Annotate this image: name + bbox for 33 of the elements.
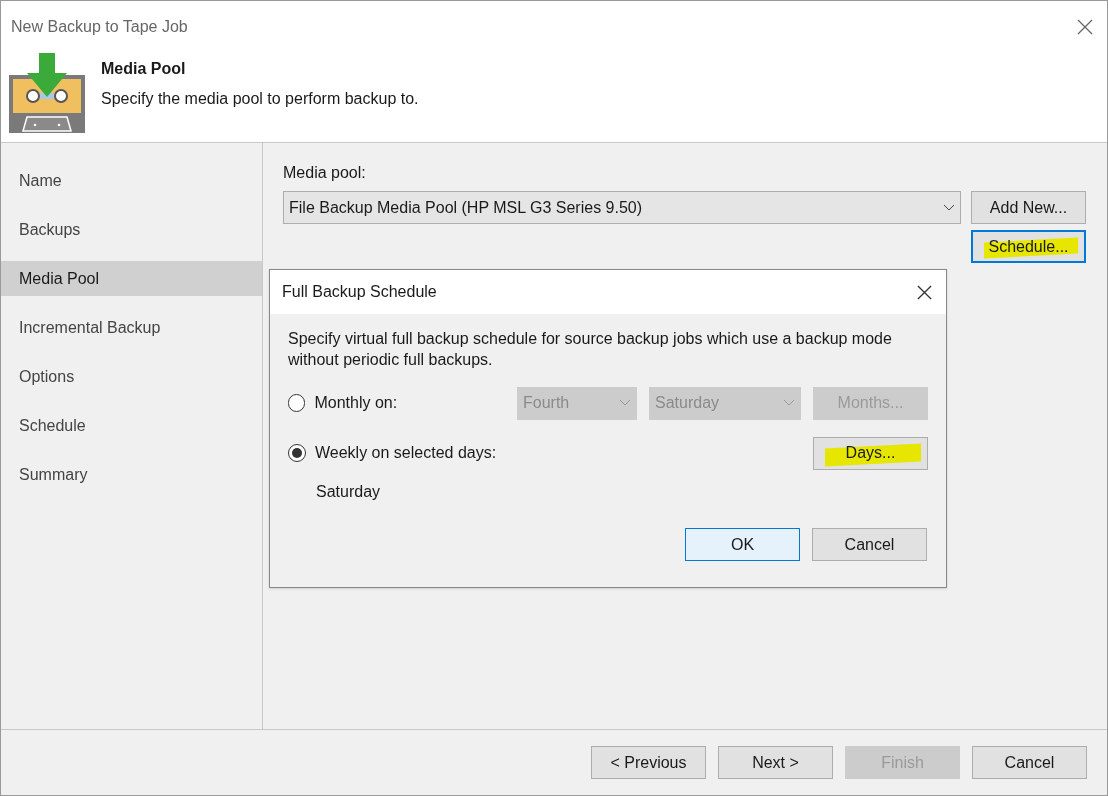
window-title: New Backup to Tape Job xyxy=(11,17,188,37)
sidebar-item[interactable]: Name xyxy=(1,163,262,198)
option-label: Monthly on: xyxy=(314,393,399,413)
page-title: Media Pool xyxy=(101,59,187,79)
radio-button[interactable] xyxy=(288,394,306,412)
option-label: Weekly on selected days: xyxy=(315,443,498,463)
cancel-button[interactable]: Cancel xyxy=(812,528,927,561)
chevron-down-icon xyxy=(783,399,795,407)
dialog-description: Specify virtual full backup schedule for source backup jobs which use a backup mode without periodic full backups. xyxy=(288,329,893,370)
close-icon[interactable] xyxy=(917,284,932,300)
schedule-button[interactable]: Schedule... xyxy=(971,230,1086,263)
close-icon[interactable] xyxy=(1077,19,1093,35)
sidebar-item[interactable]: Backups xyxy=(1,212,262,247)
tape-cassette-icon xyxy=(9,53,85,133)
wizard-button[interactable]: < Previous xyxy=(591,746,706,779)
days-button[interactable]: Days... xyxy=(813,436,928,470)
add-new-button[interactable]: Add New... xyxy=(971,191,1086,224)
sidebar-item[interactable]: Schedule xyxy=(1,408,262,443)
selected-days-text: Saturday xyxy=(315,482,382,502)
sidebar-item[interactable]: Incremental Backup xyxy=(1,310,262,345)
sidebar-item[interactable]: Summary xyxy=(1,457,262,492)
media-pool-label: Media pool: xyxy=(283,163,367,183)
chevron-down-icon xyxy=(619,399,631,407)
wizard-button[interactable]: Cancel xyxy=(972,746,1087,779)
page-subtitle: Specify the media pool to perform backup to. xyxy=(101,89,419,109)
ok-button[interactable]: OK xyxy=(685,528,800,561)
dialog-title: Full Backup Schedule xyxy=(282,282,437,302)
wizard-button[interactable]: Next > xyxy=(718,746,833,779)
sidebar-item[interactable]: Media Pool xyxy=(1,261,262,296)
chevron-down-icon xyxy=(943,203,955,212)
radio-button[interactable] xyxy=(288,444,306,462)
sidebar-item[interactable]: Options xyxy=(1,359,262,394)
media-pool-dropdown[interactable]: File Backup Media Pool (HP MSL G3 Series 9.50) xyxy=(283,191,961,224)
